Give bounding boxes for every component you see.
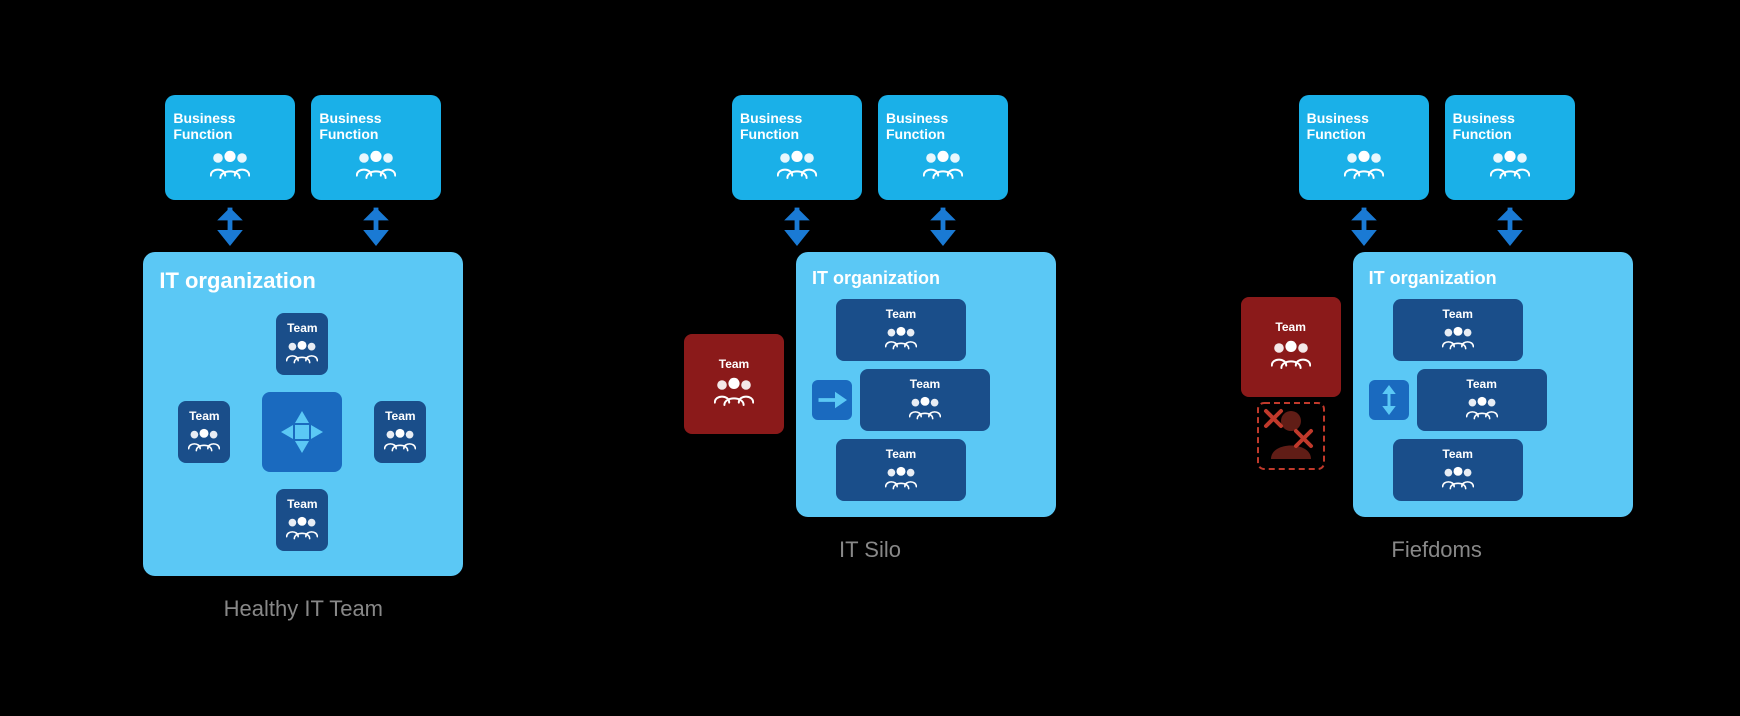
team-fiefdoms-bottom: Team	[1393, 439, 1523, 501]
diagram-fiefdoms: Business Function Business Function	[1157, 95, 1717, 563]
bf-label-1: Business Function	[173, 110, 287, 142]
team-silo-bottom: Team	[836, 439, 966, 501]
center-arrows-box	[262, 392, 342, 472]
external-team-fiefdoms-people-icon	[1271, 338, 1311, 374]
fiefdoms-middle-row: Team	[1369, 369, 1547, 431]
caption-healthy: Healthy IT Team	[224, 596, 383, 622]
team-fiefdoms-top: Team	[1393, 299, 1523, 361]
team-fiefdoms-top-icon	[1442, 325, 1474, 353]
caption-fiefdoms: Fiefdoms	[1391, 537, 1481, 563]
silo-middle-row: Team	[812, 369, 990, 431]
external-team-silo: Team	[684, 334, 784, 434]
team-label-left: Team	[189, 409, 219, 423]
arrow-down-1	[165, 206, 295, 246]
broken-person-container	[1256, 401, 1326, 471]
it-org-box-healthy: IT organization Team	[143, 252, 463, 576]
broken-person-icon	[1256, 401, 1326, 471]
arrow-row-silo	[732, 206, 1008, 246]
team-silo-top-label: Team	[886, 307, 916, 321]
bf-box-fiefdoms-2: Business Function	[1445, 95, 1575, 200]
team-fiefdoms-bottom-label: Team	[1442, 447, 1472, 461]
bf-label-2: Business Function	[319, 110, 433, 142]
arrow-down-2	[311, 206, 441, 246]
fiefdoms-wrapper: Team	[1241, 252, 1633, 517]
bf-row-fiefdoms: Business Function Business Function	[1299, 95, 1575, 200]
arrow-updown-box	[1369, 380, 1409, 420]
team-box-right: Team	[374, 401, 426, 463]
diagram-healthy: Business Function Business Function	[23, 95, 583, 622]
diagrams-container: Business Function Business Function	[0, 85, 1740, 632]
arrow-fiefdoms-down-1	[1299, 206, 1429, 246]
team-silo-top-icon	[885, 325, 917, 353]
external-team-fiefdoms-label: Team	[1275, 320, 1305, 334]
team-box-bottom: Team	[276, 489, 328, 551]
arrow-fiefdoms-down-2	[1445, 206, 1575, 246]
team-label-bottom: Team	[287, 497, 317, 511]
team-box-left: Team	[178, 401, 230, 463]
fiefdoms-teams: Team	[1369, 299, 1547, 501]
team-silo-bottom-label: Team	[886, 447, 916, 461]
bf-box-1: Business Function	[165, 95, 295, 200]
bf-fiefdoms-label-1: Business Function	[1307, 110, 1421, 142]
arrow-silo-down-2	[878, 206, 1008, 246]
team-fiefdoms-right-label: Team	[1466, 377, 1496, 391]
silo-wrapper: Team IT organization Team	[684, 252, 1056, 517]
bf-box-silo-2: Business Function	[878, 95, 1008, 200]
team-silo-right: Team	[860, 369, 990, 431]
bf-silo-label-2: Business Function	[886, 110, 1000, 142]
external-team-silo-label: Team	[719, 357, 749, 371]
it-org-box-silo: IT organization Team	[796, 252, 1056, 517]
four-arrows-icon	[277, 407, 327, 457]
arrow-silo-down-1	[732, 206, 862, 246]
team-box-top: Team	[276, 313, 328, 375]
bf-box-silo-1: Business Function	[732, 95, 862, 200]
silo-teams: Team	[812, 299, 990, 501]
team-label-right: Team	[385, 409, 415, 423]
teams-grid-healthy: Team Team	[159, 304, 445, 560]
external-team-silo-people-icon	[714, 375, 754, 411]
team-silo-bottom-icon	[885, 465, 917, 493]
team-silo-top: Team	[836, 299, 966, 361]
external-team-fiefdoms: Team	[1241, 297, 1341, 397]
it-org-label-healthy: IT organization	[159, 268, 315, 294]
bf-box-2: Business Function	[311, 95, 441, 200]
team-fiefdoms-right: Team	[1417, 369, 1547, 431]
arrow-updown-icon	[1374, 385, 1404, 415]
people-icon-1	[210, 148, 250, 184]
bf-fiefdoms-label-2: Business Function	[1453, 110, 1567, 142]
caption-silo: IT Silo	[839, 537, 901, 563]
team-fiefdoms-bottom-icon	[1442, 465, 1474, 493]
bf-row-silo: Business Function Business Function	[732, 95, 1008, 200]
team-fiefdoms-top-label: Team	[1442, 307, 1472, 321]
it-org-label-fiefdoms: IT organization	[1369, 268, 1497, 289]
bf-row-healthy: Business Function Business Function	[165, 95, 441, 200]
diagram-silo: Business Function Business Function	[590, 95, 1150, 563]
it-org-box-fiefdoms: IT organization Team	[1353, 252, 1633, 517]
arrow-row-fiefdoms	[1299, 206, 1575, 246]
arrow-row-healthy	[165, 206, 441, 246]
team-silo-right-label: Team	[910, 377, 940, 391]
it-org-label-silo: IT organization	[812, 268, 940, 289]
people-icon-2	[356, 148, 396, 184]
bf-silo-label-1: Business Function	[740, 110, 854, 142]
team-fiefdoms-right-icon	[1466, 395, 1498, 423]
bf-box-fiefdoms-1: Business Function	[1299, 95, 1429, 200]
fiefdoms-left: Team	[1241, 297, 1341, 471]
arrow-right-box	[812, 380, 852, 420]
team-silo-right-icon	[909, 395, 941, 423]
arrow-right-icon	[817, 388, 847, 412]
team-label-top: Team	[287, 321, 317, 335]
